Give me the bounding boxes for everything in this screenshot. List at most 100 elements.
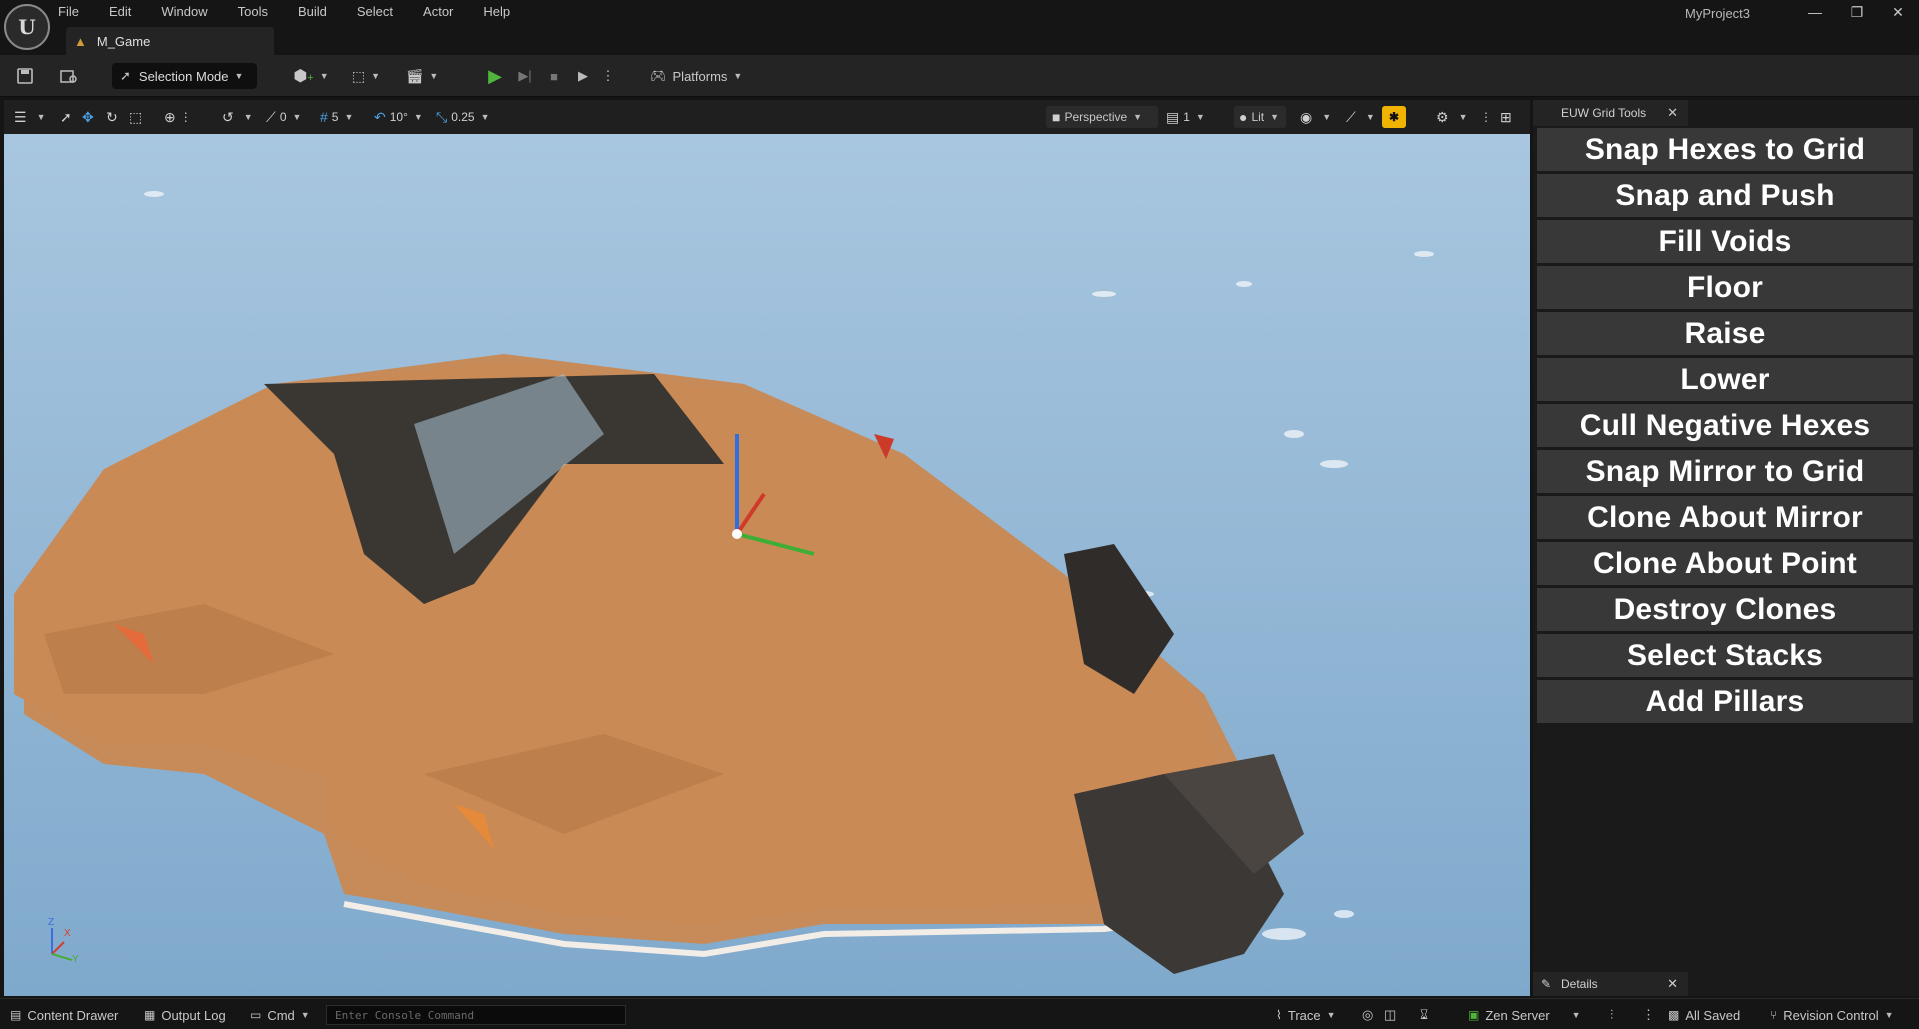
zen-server-dropdown[interactable]: ▣ Zen Server ▼ [1468,1006,1581,1024]
content-drawer-label: Content Drawer [27,1007,119,1023]
rotation-snap-button[interactable]: ⟋ 0 ▼ [266,106,301,128]
euw-grid-tools-panel: EUW Grid Tools ✕ Snap Hexes to Grid Snap… [1533,100,1919,996]
eye-icon: ◉ [1300,108,1313,125]
advance-frame-button[interactable]: ▶| [512,63,538,89]
gear-icon: ⚙ [1436,108,1449,125]
layout-icon[interactable]: ⊞ [1500,106,1516,128]
world-space-icon[interactable]: ⊕ ⋮ [164,106,192,128]
grid-snap-button[interactable]: #5 ▼ [320,106,353,128]
add-pillars-button[interactable]: Add Pillars [1537,680,1913,723]
zen-server-label: Zen Server [1485,1007,1550,1023]
more-options-icon[interactable]: ⋮ [1480,106,1492,128]
restore-icon[interactable]: ❐ [1840,0,1874,24]
scale-tool-icon[interactable]: ⬚ [129,106,146,128]
close-icon[interactable]: ✕ [1667,976,1678,992]
unreal-logo-icon[interactable]: U [4,4,50,50]
euw-tab-label: EUW Grid Tools [1561,106,1647,120]
level-viewport[interactable]: Z X Y [4,134,1530,996]
clone-about-point-button[interactable]: Clone About Point [1537,542,1913,585]
lower-button[interactable]: Lower [1537,358,1913,401]
record-icon[interactable]: ◎ [1362,1006,1373,1024]
menu-window[interactable]: Window [161,0,207,24]
angle-snap-value: 10° [389,110,408,124]
rotate-tool-icon[interactable]: ↻ [106,106,122,128]
platforms-dropdown[interactable]: 🎮︎ Platforms ▼ [650,63,750,89]
snap-and-push-button[interactable]: Snap and Push [1537,174,1913,217]
raise-button[interactable]: Raise [1537,312,1913,355]
perspective-dropdown[interactable]: ■ Perspective ▼ [1046,106,1158,128]
snap-mirror-to-grid-button[interactable]: Snap Mirror to Grid [1537,450,1913,493]
cinematics-button[interactable]: 🎬︎ ▼ [402,63,442,89]
viewport-settings-button[interactable]: ⚙ ▼ [1436,106,1467,128]
trace-label: Trace [1287,1007,1321,1023]
stats-icon[interactable]: ⫶ [1610,1006,1613,1024]
more-options-icon[interactable]: ⋮ [600,63,616,89]
scale-snap-button[interactable]: ⤡ 0.25 ▼ [436,106,489,128]
save-status-button[interactable]: ▩ All Saved [1668,1006,1740,1024]
euw-grid-tools-tab[interactable]: EUW Grid Tools ✕ [1533,100,1688,126]
more-options-icon[interactable]: ⋮ [1642,1006,1655,1024]
show-flags-button[interactable]: ◉ ▼ [1300,106,1331,128]
chevron-down-icon: ▼ [300,1010,310,1020]
select-stacks-button[interactable]: Select Stacks [1537,634,1913,677]
floor-button[interactable]: Floor [1537,266,1913,309]
output-log-button[interactable]: ▦ Output Log [144,1006,226,1024]
details-tab-label: Details [1561,977,1598,991]
blueprints-button[interactable]: ⬚ ▼ [346,63,386,89]
revision-control-label: Revision Control [1783,1007,1879,1023]
chevron-down-icon: ▼ [1322,112,1332,122]
close-icon[interactable]: ✕ [1667,105,1678,121]
scale-snap-value: 0.25 [451,110,475,124]
menu-build[interactable]: Build [298,0,327,24]
all-saved-label: All Saved [1685,1007,1741,1023]
surface-snap-button[interactable]: ↺ ▼ [222,106,253,128]
details-tab[interactable]: ✎ Details ✕ [1533,972,1688,996]
menu-file[interactable]: File [58,0,79,24]
menu-help[interactable]: Help [483,0,510,24]
stop-icon: ■ [550,68,558,84]
menu-edit[interactable]: Edit [109,0,131,24]
viewport-options-button[interactable]: ☰ ▼ [14,106,45,128]
fill-voids-button[interactable]: Fill Voids [1537,220,1913,263]
clone-about-mirror-button[interactable]: Clone About Mirror [1537,496,1913,539]
menu-tools[interactable]: Tools [238,0,268,24]
eject-button[interactable]: ▶ [570,63,596,89]
menu-select[interactable]: Select [357,0,393,24]
realtime-toggle-icon[interactable]: ✱ [1382,106,1406,128]
screenshot-icon[interactable]: ◫ [1384,1006,1396,1024]
select-tool-icon[interactable]: ➚ [60,106,76,128]
level-tab[interactable]: ▲ M_Game [66,27,274,55]
select-mode-icon: ➚ [120,68,131,83]
save-icon[interactable] [12,63,38,89]
cull-negative-hexes-button[interactable]: Cull Negative Hexes [1537,404,1913,447]
stop-button[interactable]: ■ [541,63,567,89]
content-drawer-button[interactable]: ▤ Content Drawer [10,1006,118,1024]
scalability-button[interactable]: ⟋ ▼ [1346,106,1375,128]
chevron-down-icon: ▼ [371,71,381,81]
chevron-down-icon: ▼ [429,71,439,81]
selection-mode-dropdown[interactable]: ➚ Selection Mode ▼ [112,63,257,89]
add-actor-button[interactable]: ⬢+ ▼ [292,63,330,89]
cmd-dropdown[interactable]: ▭ Cmd ▼ [250,1006,310,1024]
tool-button-list: Snap Hexes to Grid Snap and Push Fill Vo… [1537,128,1913,726]
console-command-input[interactable] [326,1005,626,1025]
revision-control-dropdown[interactable]: ⑂ Revision Control ▼ [1770,1006,1894,1024]
destroy-clones-button[interactable]: Destroy Clones [1537,588,1913,631]
close-window-icon[interactable]: ✕ [1881,0,1915,24]
move-tool-icon[interactable]: ✥ [82,106,98,128]
log-icon: ▦ [144,1008,156,1022]
main-toolbar: ➚ Selection Mode ▼ ⬢+ ▼ ⬚ ▼ 🎬︎ ▼ ▶ ▶| ■ ▶ ⋮… [0,55,1919,97]
view-mode-dropdown[interactable]: ● Lit ▼ [1234,106,1286,128]
menu-actor[interactable]: Actor [423,0,453,24]
minimize-icon[interactable]: — [1798,0,1832,24]
project-name: MyProject3 [1685,6,1751,21]
camera-speed-button[interactable]: ▤ 1 ▼ [1166,106,1205,128]
play-button[interactable]: ▶ [482,63,508,89]
terminal-icon: ▭ [250,1008,262,1022]
snap-hexes-to-grid-button[interactable]: Snap Hexes to Grid [1537,128,1913,171]
rotation-snap-value: 0 [279,110,287,124]
angle-snap-button[interactable]: ↶ 10° ▼ [374,106,423,128]
browse-icon[interactable] [56,63,82,89]
trace-dropdown[interactable]: ⌇ Trace ▼ [1276,1006,1336,1024]
hourglass-icon[interactable]: ⌛︎ [1420,1006,1428,1024]
